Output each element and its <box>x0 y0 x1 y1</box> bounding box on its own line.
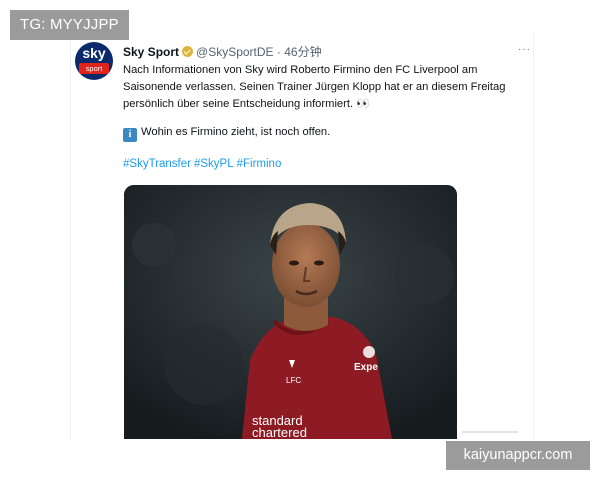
tweet-paragraph: Nach Informationen von Sky wird Roberto … <box>123 64 506 110</box>
timestamp[interactable]: 46分钟 <box>284 45 321 59</box>
watermark-bottom-right: kaiyunappcr.com <box>446 441 590 470</box>
hashtag-skypl[interactable]: #SkyPL <box>194 158 234 170</box>
separator-dot: · <box>276 45 281 59</box>
kit-brand-text: Expe <box>354 362 378 373</box>
tweet-text: Nach Informationen von Sky wird Roberto … <box>123 62 523 113</box>
avatar[interactable]: sky sport <box>75 42 113 80</box>
avatar-logo-subtext: sport <box>79 63 109 74</box>
crest-text: LFC <box>286 376 301 385</box>
watermark-top-left: TG: MYYJJPP <box>10 10 129 40</box>
author-handle[interactable]: @SkySportDE <box>196 45 274 59</box>
author-name[interactable]: Sky Sport <box>123 45 179 59</box>
sponsor-text-2: chartered <box>252 425 307 439</box>
tweet-info-line: i Wohin es Firmino zieht, ist noch offen. <box>123 126 330 142</box>
player-photo: LFC Expe standard chartered <box>124 185 457 439</box>
hashtag-skytransfer[interactable]: #SkyTransfer <box>123 158 191 170</box>
info-text: Wohin es Firmino zieht, ist noch offen. <box>141 126 331 138</box>
tweet-media-image[interactable]: LFC Expe standard chartered <box>124 185 457 439</box>
tweet-header: Sky Sport @SkySportDE · 46分钟 <box>123 43 322 60</box>
avatar-logo-text: sky <box>82 45 106 61</box>
hashtag-firmino[interactable]: #Firmino <box>237 158 282 170</box>
info-icon: i <box>123 128 137 142</box>
verified-badge-icon <box>182 46 194 57</box>
more-options-icon[interactable]: ··· <box>518 44 531 55</box>
hashtag-list: #SkyTransfer #SkyPL #Firmino <box>123 158 284 170</box>
divider <box>462 431 518 433</box>
